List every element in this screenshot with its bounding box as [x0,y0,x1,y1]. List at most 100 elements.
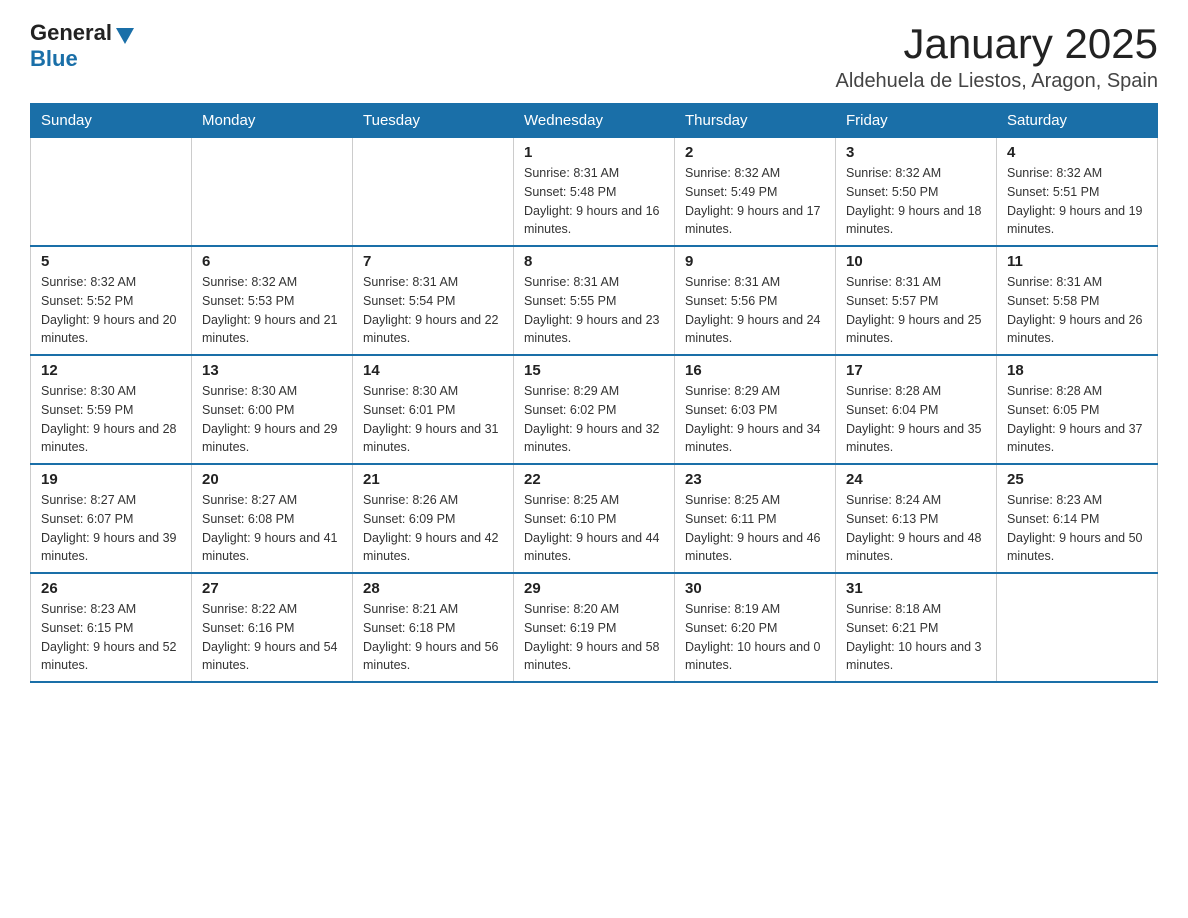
day-info: Sunrise: 8:23 AMSunset: 6:15 PMDaylight:… [41,600,181,675]
logo-blue-text: Blue [30,46,78,71]
day-info: Sunrise: 8:31 AMSunset: 5:55 PMDaylight:… [524,273,664,348]
day-info: Sunrise: 8:20 AMSunset: 6:19 PMDaylight:… [524,600,664,675]
day-info: Sunrise: 8:26 AMSunset: 6:09 PMDaylight:… [363,491,503,566]
calendar-cell: 26 Sunrise: 8:23 AMSunset: 6:15 PMDayligh… [31,573,192,682]
day-info: Sunrise: 8:25 AMSunset: 6:11 PMDaylight:… [685,491,825,566]
day-info: Sunrise: 8:31 AMSunset: 5:58 PMDaylight:… [1007,273,1147,348]
day-number: 29 [524,580,664,597]
day-info: Sunrise: 8:32 AMSunset: 5:53 PMDaylight:… [202,273,342,348]
calendar-cell: 6Sunrise: 8:32 AMSunset: 5:53 PMDaylight… [192,246,353,355]
days-of-week-row: SundayMondayTuesdayWednesdayThursdayFrid… [31,104,1158,138]
day-of-week-header: Tuesday [353,104,514,138]
calendar-table: SundayMondayTuesdayWednesdayThursdayFrid… [30,103,1158,683]
location-title: Aldehuela de Liestos, Aragon, Spain [836,70,1158,93]
day-number: 1 [524,144,664,161]
calendar-cell: 4 Sunrise: 8:32 AMSunset: 5:51 PMDaylight… [997,138,1158,247]
day-number: 28 [363,580,503,597]
day-number: 30 [685,580,825,597]
day-info: Sunrise: 8:22 AMSunset: 6:16 PMDaylight:… [202,600,342,675]
calendar-cell: 19Sunrise: 8:27 AMSunset: 6:07 PMDayligh… [31,464,192,573]
calendar-cell: 8 Sunrise: 8:31 AMSunset: 5:55 PMDaylight… [514,246,675,355]
calendar-cell: 3Sunrise: 8:32 AMSunset: 5:50 PMDaylight… [836,138,997,247]
calendar-cell: 29 Sunrise: 8:20 AMSunset: 6:19 PMDayligh… [514,573,675,682]
title-area: January 2025 Aldehuela de Liestos, Arago… [836,20,1158,93]
day-number: 12 [41,362,181,379]
day-info: Sunrise: 8:27 AMSunset: 6:08 PMDaylight:… [202,491,342,566]
calendar-cell: 10Sunrise: 8:31 AMSunset: 5:57 PMDayligh… [836,246,997,355]
calendar-body: 1Sunrise: 8:31 AMSunset: 5:48 PMDaylight… [31,138,1158,683]
calendar-cell [997,573,1158,682]
calendar-week-row: 12 Sunrise: 8:30 AMSunset: 5:59 PMDayligh… [31,355,1158,464]
day-of-week-header: Wednesday [514,104,675,138]
day-info: Sunrise: 8:30 AMSunset: 6:00 PMDaylight:… [202,382,342,457]
calendar-cell: 12 Sunrise: 8:30 AMSunset: 5:59 PMDayligh… [31,355,192,464]
calendar-cell [31,138,192,247]
day-of-week-header: Monday [192,104,353,138]
day-info: Sunrise: 8:32 AMSunset: 5:52 PMDaylight:… [41,273,181,348]
day-of-week-header: Saturday [997,104,1158,138]
day-info: Sunrise: 8:31 AMSunset: 5:54 PMDaylight:… [363,273,503,348]
day-number: 23 [685,471,825,488]
calendar-cell: 30 Sunrise: 8:19 AMSunset: 6:20 PMDayligh… [675,573,836,682]
day-info: Sunrise: 8:29 AMSunset: 6:03 PMDaylight:… [685,382,825,457]
calendar-cell: 1Sunrise: 8:31 AMSunset: 5:48 PMDaylight… [514,138,675,247]
calendar-cell: 7 Sunrise: 8:31 AMSunset: 5:54 PMDaylight… [353,246,514,355]
day-number: 14 [363,362,503,379]
calendar-cell: 24 Sunrise: 8:24 AMSunset: 6:13 PMDayligh… [836,464,997,573]
day-number: 4 [1007,144,1147,161]
logo-general-text: General [30,20,112,46]
calendar-cell: 11Sunrise: 8:31 AMSunset: 5:58 PMDayligh… [997,246,1158,355]
day-number: 2 [685,144,825,161]
logo: General Blue [30,20,134,72]
calendar-week-row: 26 Sunrise: 8:23 AMSunset: 6:15 PMDayligh… [31,573,1158,682]
calendar-cell: 25Sunrise: 8:23 AMSunset: 6:14 PMDayligh… [997,464,1158,573]
calendar-cell: 28 Sunrise: 8:21 AMSunset: 6:18 PMDayligh… [353,573,514,682]
calendar-week-row: 1Sunrise: 8:31 AMSunset: 5:48 PMDaylight… [31,138,1158,247]
day-number: 24 [846,471,986,488]
calendar-cell: 13 Sunrise: 8:30 AMSunset: 6:00 PMDayligh… [192,355,353,464]
day-number: 26 [41,580,181,597]
day-number: 15 [524,362,664,379]
day-info: Sunrise: 8:18 AMSunset: 6:21 PMDaylight:… [846,600,986,675]
calendar-cell: 22 Sunrise: 8:25 AMSunset: 6:10 PMDayligh… [514,464,675,573]
calendar-cell: 2 Sunrise: 8:32 AMSunset: 5:49 PMDaylight… [675,138,836,247]
day-number: 16 [685,362,825,379]
day-info: Sunrise: 8:23 AMSunset: 6:14 PMDaylight:… [1007,491,1147,566]
calendar-cell: 15 Sunrise: 8:29 AMSunset: 6:02 PMDayligh… [514,355,675,464]
day-info: Sunrise: 8:24 AMSunset: 6:13 PMDaylight:… [846,491,986,566]
calendar-cell: 9Sunrise: 8:31 AMSunset: 5:56 PMDaylight… [675,246,836,355]
day-info: Sunrise: 8:32 AMSunset: 5:49 PMDaylight:… [685,164,825,239]
day-number: 22 [524,471,664,488]
month-title: January 2025 [836,20,1158,68]
day-number: 3 [846,144,986,161]
calendar-cell: 23 Sunrise: 8:25 AMSunset: 6:11 PMDayligh… [675,464,836,573]
calendar-cell: 21Sunrise: 8:26 AMSunset: 6:09 PMDayligh… [353,464,514,573]
day-info: Sunrise: 8:27 AMSunset: 6:07 PMDaylight:… [41,491,181,566]
day-info: Sunrise: 8:30 AMSunset: 5:59 PMDaylight:… [41,382,181,457]
calendar-cell [192,138,353,247]
day-info: Sunrise: 8:25 AMSunset: 6:10 PMDaylight:… [524,491,664,566]
page-header: General Blue January 2025 Aldehuela de L… [30,20,1158,93]
day-info: Sunrise: 8:30 AMSunset: 6:01 PMDaylight:… [363,382,503,457]
calendar-header: SundayMondayTuesdayWednesdayThursdayFrid… [31,104,1158,138]
calendar-cell: 16 Sunrise: 8:29 AMSunset: 6:03 PMDayligh… [675,355,836,464]
day-number: 8 [524,253,664,270]
calendar-cell: 20Sunrise: 8:27 AMSunset: 6:08 PMDayligh… [192,464,353,573]
day-of-week-header: Sunday [31,104,192,138]
day-number: 9 [685,253,825,270]
day-number: 5 [41,253,181,270]
calendar-week-row: 5 Sunrise: 8:32 AMSunset: 5:52 PMDaylight… [31,246,1158,355]
day-info: Sunrise: 8:32 AMSunset: 5:51 PMDaylight:… [1007,164,1147,239]
day-info: Sunrise: 8:21 AMSunset: 6:18 PMDaylight:… [363,600,503,675]
day-of-week-header: Friday [836,104,997,138]
day-info: Sunrise: 8:28 AMSunset: 6:04 PMDaylight:… [846,382,986,457]
logo-triangle-icon [116,24,134,44]
day-info: Sunrise: 8:19 AMSunset: 6:20 PMDaylight:… [685,600,825,675]
day-number: 7 [363,253,503,270]
day-info: Sunrise: 8:29 AMSunset: 6:02 PMDaylight:… [524,382,664,457]
calendar-cell [353,138,514,247]
day-number: 13 [202,362,342,379]
day-info: Sunrise: 8:28 AMSunset: 6:05 PMDaylight:… [1007,382,1147,457]
day-number: 27 [202,580,342,597]
day-number: 17 [846,362,986,379]
